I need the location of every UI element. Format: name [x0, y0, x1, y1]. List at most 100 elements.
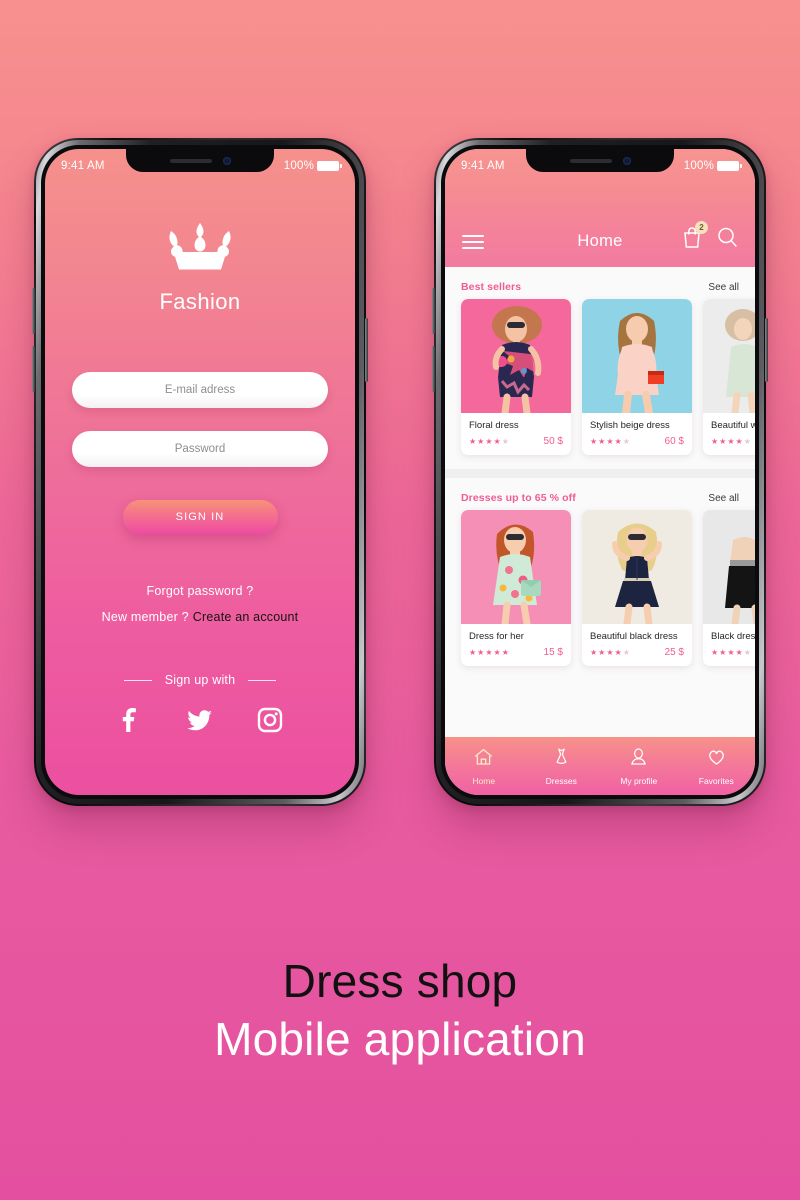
product-price: 25 $	[664, 647, 684, 658]
see-all-link[interactable]: See all	[708, 493, 739, 504]
product-card[interactable]: Beautiful black dress ★★★★★ 25 $	[582, 510, 692, 666]
section-title: Best sellers	[461, 281, 522, 293]
poster-title-line1: Dress shop	[282, 955, 518, 1007]
see-all-link[interactable]: See all	[708, 282, 739, 293]
status-battery-percent: 100%	[283, 160, 314, 172]
product-card[interactable]: Stylish beige dress ★★★★★ 60 $	[582, 299, 692, 455]
product-image	[703, 510, 755, 624]
product-name: Black dress	[711, 631, 755, 642]
person-icon	[628, 747, 649, 772]
product-name: Dress for her	[469, 631, 524, 642]
divider-left	[123, 679, 152, 681]
model-black-dress-2-illustration	[725, 537, 755, 624]
section-divider	[445, 469, 755, 478]
product-card[interactable]: Black dress ★★★★★ 30 $	[703, 510, 755, 666]
brand-name: Fashion	[159, 289, 241, 314]
device-notch	[126, 149, 274, 172]
product-image	[703, 299, 755, 413]
section-header-dresses-sale: Dresses up to 65 % off See all	[445, 478, 755, 510]
facebook-icon[interactable]	[117, 707, 143, 733]
volume-up-button-2	[432, 288, 435, 334]
product-name: Floral dress	[469, 420, 519, 431]
rating-stars: ★★★★★	[590, 437, 631, 446]
volume-down-button	[32, 346, 35, 392]
rating-stars: ★★★★★	[711, 437, 752, 446]
rating-stars: ★★★★★	[711, 648, 752, 657]
cart-count-badge: 2	[695, 221, 708, 234]
product-price: 50 $	[543, 436, 563, 447]
product-card[interactable]: Beautiful white dress ★★★★★ 40 $	[703, 299, 755, 455]
volume-down-button-2	[432, 346, 435, 392]
create-account-link[interactable]: Create an account	[193, 610, 299, 624]
bottom-tab-bar: Home Dresses My profile Favorites	[445, 737, 755, 795]
device-notch-2	[526, 149, 674, 172]
home-screen: 9:41 AM 100% Home 2 Best sellers See all…	[445, 149, 755, 795]
volume-button	[32, 288, 35, 334]
model-floral-dress-illustration	[492, 306, 542, 413]
login-screen: 9:41 AM 100% Fashion SIGN IN Forgot pass…	[45, 149, 355, 795]
social-buttons	[117, 707, 283, 733]
shopping-bag-icon[interactable]: 2	[681, 221, 708, 249]
content-scroll-area[interactable]: Best sellers See all Floral dress ★★★★★ …	[445, 267, 755, 737]
front-camera-icon	[222, 156, 231, 165]
earpiece-speaker-2	[569, 158, 612, 163]
twitter-icon[interactable]	[187, 707, 213, 733]
product-row-best-sellers: Floral dress ★★★★★ 50 $ Stylish beige dr…	[445, 299, 755, 455]
sign-in-button[interactable]: SIGN IN	[122, 500, 278, 534]
product-price: 60 $	[664, 436, 684, 447]
status-battery-percent-2: 100%	[683, 160, 714, 172]
heart-icon	[706, 747, 727, 772]
product-name: Beautiful black dress	[590, 631, 678, 642]
home-icon	[473, 747, 494, 772]
tab-label: My profile	[620, 775, 658, 786]
status-time: 9:41 AM	[61, 160, 105, 172]
phone-device-login: 9:41 AM 100% Fashion SIGN IN Forgot pass…	[32, 138, 368, 806]
tab-favorites[interactable]: Favorites	[678, 747, 756, 786]
front-camera-icon-2	[622, 156, 631, 165]
model-black-dress-illustration	[612, 523, 662, 624]
rating-stars: ★★★★★	[469, 437, 510, 446]
password-input[interactable]	[72, 431, 328, 467]
new-member-label: New member ?	[101, 610, 189, 624]
section-title: Dresses up to 65 % off	[461, 492, 576, 504]
product-image	[582, 299, 692, 413]
power-button	[365, 318, 368, 382]
rating-stars: ★★★★★	[590, 648, 631, 657]
poster-titles: Dress shop Mobile application	[0, 955, 800, 1068]
poster-title-line2: Mobile application	[214, 1013, 586, 1066]
dress-icon	[551, 747, 572, 772]
product-image	[461, 510, 571, 624]
tab-dresses[interactable]: Dresses	[523, 747, 601, 786]
tab-my-profile[interactable]: My profile	[600, 747, 678, 786]
product-image	[582, 510, 692, 624]
tab-home[interactable]: Home	[445, 747, 523, 786]
search-icon[interactable]	[716, 225, 738, 249]
product-image	[461, 299, 571, 413]
instagram-icon[interactable]	[257, 707, 283, 733]
product-price: 15 $	[543, 647, 563, 658]
divider-right	[248, 679, 277, 681]
earpiece-speaker	[169, 158, 212, 163]
product-name: Beautiful white dress	[711, 420, 755, 431]
crown-icon	[165, 221, 235, 271]
product-row-dresses-sale: Dress for her ★★★★★ 15 $ Beautiful black…	[445, 510, 755, 666]
new-member-row: New member ? Create an account	[102, 610, 299, 624]
product-card[interactable]: Floral dress ★★★★★ 50 $	[461, 299, 571, 455]
tab-label: Home	[472, 775, 496, 786]
model-dress-for-her-illustration	[493, 524, 541, 624]
battery-icon	[317, 161, 342, 171]
phone-device-home: 9:41 AM 100% Home 2 Best sellers See all…	[432, 138, 768, 806]
product-name: Stylish beige dress	[590, 420, 670, 431]
sign-up-with-row: Sign up with	[123, 673, 277, 687]
model-beige-dress-illustration	[615, 313, 664, 413]
section-header-best-sellers: Best sellers See all	[445, 267, 755, 299]
product-card[interactable]: Dress for her ★★★★★ 15 $	[461, 510, 571, 666]
tab-label: Dresses	[545, 775, 577, 786]
email-input[interactable]	[72, 372, 328, 408]
hamburger-icon[interactable]	[462, 235, 484, 249]
tab-label: Favorites	[698, 775, 734, 786]
forgot-password-link[interactable]: Forgot password ?	[147, 584, 254, 598]
rating-stars: ★★★★★	[469, 648, 510, 657]
power-button-2	[765, 318, 768, 382]
status-time-2: 9:41 AM	[461, 160, 505, 172]
